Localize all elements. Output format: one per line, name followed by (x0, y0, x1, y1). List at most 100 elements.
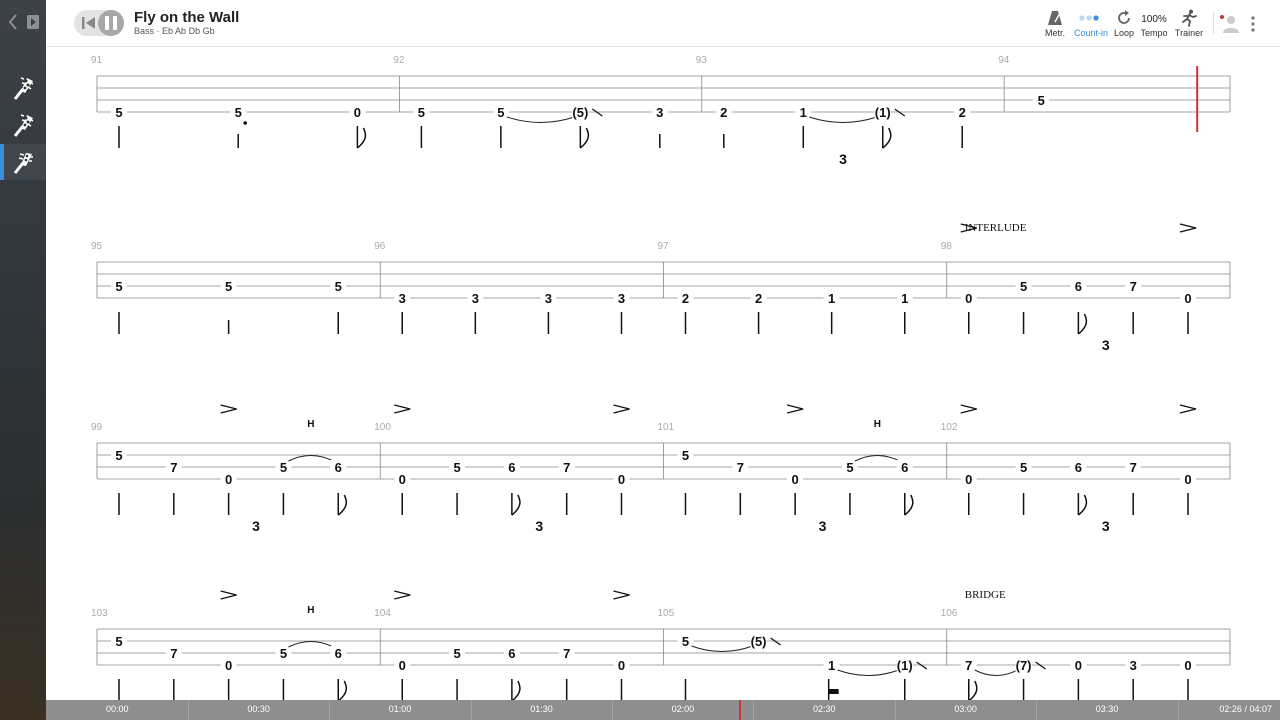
fret-number: 5 (1020, 460, 1027, 475)
tab-note[interactable]: 0 (220, 590, 237, 700)
tab-note[interactable]: 3 (467, 291, 484, 334)
tab-note[interactable]: 5 (330, 279, 347, 334)
measure-94[interactable]: 94 5 (998, 55, 1199, 132)
tab-note[interactable]: 3 (540, 291, 557, 334)
tab-note[interactable]: 5 (111, 448, 127, 515)
pause-icon[interactable] (98, 10, 124, 36)
measure-102[interactable]: 102 0 5 6 7 0 3 (941, 404, 1197, 534)
fret-number: 5 (235, 105, 242, 120)
tab-note[interactable]: 5 (413, 105, 430, 148)
tab-note[interactable]: 3 (1125, 658, 1142, 700)
chevron-left-icon[interactable] (6, 12, 20, 32)
tab-note[interactable]: 2 (677, 291, 694, 334)
measure-95[interactable]: 95 5 5 5 (91, 241, 347, 334)
timeline-scrubber[interactable]: 00:00 00:30 01:00 01:30 02:00 02:30 03:00 03:30… (46, 700, 1280, 720)
timeline-tick (611, 700, 613, 720)
accent-mark (220, 404, 237, 414)
tab-note[interactable]: 6 (503, 646, 521, 700)
tab-note[interactable]: 0 (786, 404, 804, 515)
tab-note[interactable]: 3 (651, 105, 668, 148)
track-bass-button[interactable] (0, 144, 46, 180)
tab-note[interactable]: 7 (165, 646, 182, 700)
tab-note[interactable]: 5H (275, 605, 334, 700)
tab-note[interactable]: 0 (1179, 404, 1197, 515)
tab-note[interactable]: 5 (677, 448, 694, 515)
tab-note[interactable]: (1) (896, 658, 928, 700)
tab-note[interactable]: 7 (165, 460, 182, 515)
fret-number: 2 (959, 105, 966, 120)
tab-note[interactable]: 6 (330, 460, 348, 516)
tab-note[interactable]: (7) (1015, 658, 1046, 700)
tab-note[interactable]: 2 (954, 105, 971, 148)
tab-note[interactable]: 5 (230, 105, 248, 148)
tab-note[interactable]: 0 (613, 404, 630, 515)
trainer-button[interactable]: Trainer (1168, 8, 1210, 42)
measure-104[interactable]: 104 0 5 6 7 0 (374, 590, 630, 700)
user-avatar-icon[interactable] (1218, 12, 1240, 34)
tab-note[interactable]: 5 (492, 105, 575, 148)
tab-note[interactable]: 5 (1015, 279, 1032, 334)
tab-note[interactable]: 0 (1180, 658, 1196, 700)
tab-note[interactable]: 1 (823, 658, 899, 700)
measure-93[interactable]: 93 2 1 (1) 2 3 (696, 55, 971, 167)
more-options-icon[interactable] (1249, 14, 1257, 34)
fret-number: 5 (846, 460, 853, 475)
tab-note[interactable]: (1) (874, 105, 906, 149)
tab-note[interactable]: 6 (503, 460, 521, 516)
tab-note[interactable]: (5) (572, 105, 603, 149)
tab-note[interactable]: 0 (613, 590, 630, 700)
measure-101[interactable]: 101 5 7 0 5 H 6 3 (658, 404, 914, 534)
tab-note[interactable]: 0 (1070, 658, 1087, 700)
measure-91[interactable]: 91 5 5 0 (91, 55, 367, 149)
tab-note[interactable]: 3 (394, 291, 411, 334)
tab-note[interactable]: 6 (330, 646, 348, 700)
tab-note[interactable]: 2 (750, 291, 767, 334)
tab-note[interactable]: 7 (1125, 460, 1142, 515)
tab-note[interactable]: 0 (960, 223, 977, 334)
panel-toggle-icon[interactable] (26, 14, 40, 30)
tab-note[interactable]: 6 (1070, 279, 1088, 335)
tab-note[interactable]: 5 (1033, 93, 1050, 108)
measure-100[interactable]: 100 0 5 6 7 0 3 (374, 404, 630, 534)
measure-106[interactable]: 106 BRIDGE 7 (7) 0 3 0 (941, 589, 1196, 700)
tab-note[interactable]: 0 (349, 105, 367, 149)
track-guitar-2-button[interactable] (0, 107, 46, 143)
tab-note[interactable]: 7 (558, 460, 575, 515)
measure-97[interactable]: 97 2 2 1 1 (658, 241, 913, 334)
tab-note[interactable]: 0 (394, 404, 411, 515)
tab-note[interactable]: 0 (1179, 223, 1197, 334)
tab-note[interactable]: 1 (795, 105, 877, 148)
measure-98[interactable]: 98 INTERLUDE 0 5 6 7 0 3 (941, 222, 1197, 353)
tab-note[interactable]: 5 (220, 279, 237, 334)
tab-note[interactable]: 5 (449, 460, 466, 515)
tablature-score[interactable]: 91 5 5 0 92 5 5 (5) 3 93 2 1 (1) 2 3 94 5 95 5 5 5 96 3 3 3 3 97 2 2… (46, 46, 1280, 700)
tab-note[interactable]: 0 (220, 404, 237, 515)
measure-105[interactable]: 105 5 (5) 1 (1) (658, 608, 928, 700)
tab-note[interactable]: 0 (394, 590, 411, 700)
tab-note[interactable]: 5 (111, 279, 127, 334)
tab-note[interactable]: 1 (896, 291, 913, 334)
tab-note[interactable]: 5 (449, 646, 466, 700)
tab-note[interactable]: 5 (111, 105, 127, 148)
tab-note[interactable]: 6 (896, 460, 914, 516)
tab-note[interactable]: 7 (558, 646, 575, 700)
measure-103[interactable]: 1035705H6 (91, 590, 348, 700)
tab-note[interactable]: (5) (750, 634, 781, 649)
measure-99[interactable]: 99 5 7 0 5 H 6 3 (91, 404, 348, 534)
tab-note[interactable]: 1 (823, 291, 840, 334)
tab-note[interactable]: 3 (613, 291, 630, 334)
tab-note[interactable]: 5 (1015, 460, 1032, 515)
measure-92[interactable]: 92 5 5 (5) 3 (393, 55, 668, 149)
tab-note[interactable]: 5 (677, 634, 753, 700)
track-guitar-1-button[interactable] (0, 70, 46, 106)
fret-number: 3 (399, 291, 406, 306)
tab-note[interactable]: 2 (715, 105, 732, 148)
timeline-playhead[interactable] (738, 700, 741, 720)
tab-note[interactable]: 7 (732, 460, 749, 515)
tab-note[interactable]: 7 (960, 658, 1018, 700)
tab-note[interactable]: 6 (1070, 460, 1088, 516)
tab-note[interactable]: 0 (960, 404, 977, 515)
tab-note[interactable]: 7 (1125, 279, 1142, 334)
tab-note[interactable]: 5 (111, 634, 127, 700)
measure-96[interactable]: 96 3 3 3 3 (374, 241, 630, 334)
